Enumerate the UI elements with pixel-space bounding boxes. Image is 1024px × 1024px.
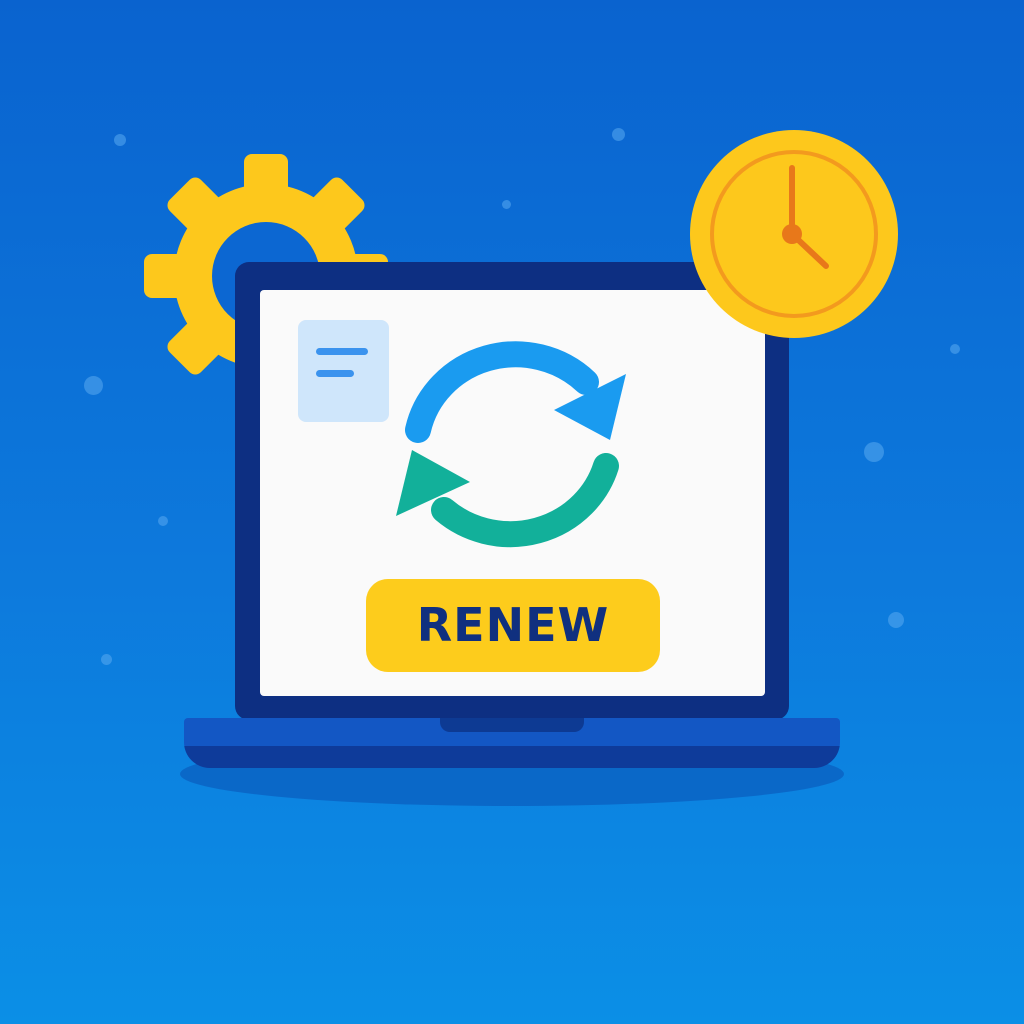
sparkle-dot	[502, 200, 511, 209]
sparkle-dot	[84, 376, 103, 395]
sparkle-dot	[864, 442, 884, 462]
renew-button[interactable]: RENEW	[366, 579, 660, 672]
document-line	[316, 348, 368, 355]
sparkle-dot	[114, 134, 126, 146]
laptop-notch	[440, 718, 584, 732]
sparkle-dot	[888, 612, 904, 628]
illustration-scene: RENEW	[0, 0, 1024, 1024]
sparkle-dot	[158, 516, 168, 526]
refresh-icon	[388, 326, 636, 564]
laptop-base-edge	[184, 746, 840, 768]
clock-icon	[688, 128, 900, 340]
sparkle-dot	[950, 344, 960, 354]
sparkle-dot	[101, 654, 112, 665]
document-line	[316, 370, 354, 377]
sparkle-dot	[612, 128, 625, 141]
document-icon	[298, 320, 389, 422]
